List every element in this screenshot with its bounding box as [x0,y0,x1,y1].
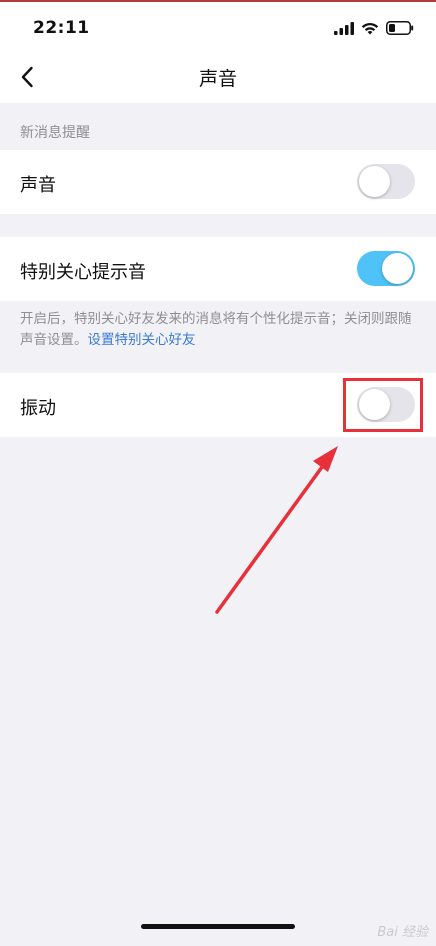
watermark: Bai 经验 [377,925,428,940]
annotation-arrow [215,446,338,614]
home-indicator [141,924,295,929]
